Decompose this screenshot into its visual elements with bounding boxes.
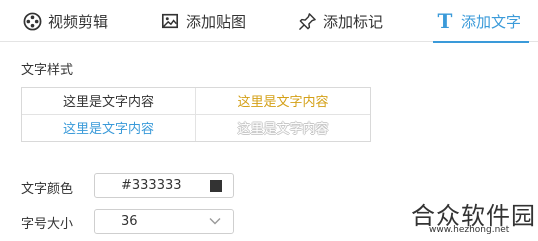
tab-bar: 视频剪辑 添加贴图 添加标记 T 添加文字 — [0, 0, 538, 43]
text-style-title: 文字样式 — [21, 63, 74, 78]
text-t-icon: T — [437, 9, 453, 33]
text-style-option-dark[interactable]: 这里是文字内容 — [22, 88, 196, 115]
active-tab-indicator — [433, 41, 530, 43]
font-size-value: 36 — [121, 214, 138, 229]
font-size-label: 字号大小 — [21, 217, 74, 232]
pin-icon — [297, 11, 317, 31]
tab-video-edit[interactable]: 视频剪辑 — [22, 0, 108, 42]
text-style-option-blue[interactable]: 这里是文字内容 — [22, 114, 196, 141]
film-reel-icon — [22, 11, 42, 31]
chevron-down-icon — [209, 215, 221, 227]
text-color-label: 文字颜色 — [21, 182, 74, 197]
image-icon — [160, 11, 180, 31]
watermark-url: www.hezhong.net — [429, 225, 510, 235]
color-swatch[interactable] — [210, 180, 222, 192]
text-color-field[interactable]: #333333 — [94, 173, 234, 198]
text-color-value: #333333 — [121, 178, 182, 193]
tab-label: 添加贴图 — [186, 12, 247, 31]
tab-label: 视频剪辑 — [48, 12, 109, 31]
tab-label: 添加文字 — [461, 12, 522, 31]
tab-add-sticker[interactable]: 添加贴图 — [160, 0, 246, 42]
font-size-select[interactable]: 36 — [94, 209, 234, 234]
tab-add-marker[interactable]: 添加标记 — [297, 0, 383, 42]
text-style-grid: 这里是文字内容 这里是文字内容 这里是文字内容 这里是文字内容 — [21, 87, 371, 142]
tab-add-text[interactable]: T 添加文字 — [433, 0, 530, 43]
text-style-option-gold[interactable]: 这里是文字内容 — [196, 88, 370, 115]
tab-label: 添加标记 — [323, 12, 384, 31]
text-style-option-outline[interactable]: 这里是文字内容 — [196, 115, 370, 142]
